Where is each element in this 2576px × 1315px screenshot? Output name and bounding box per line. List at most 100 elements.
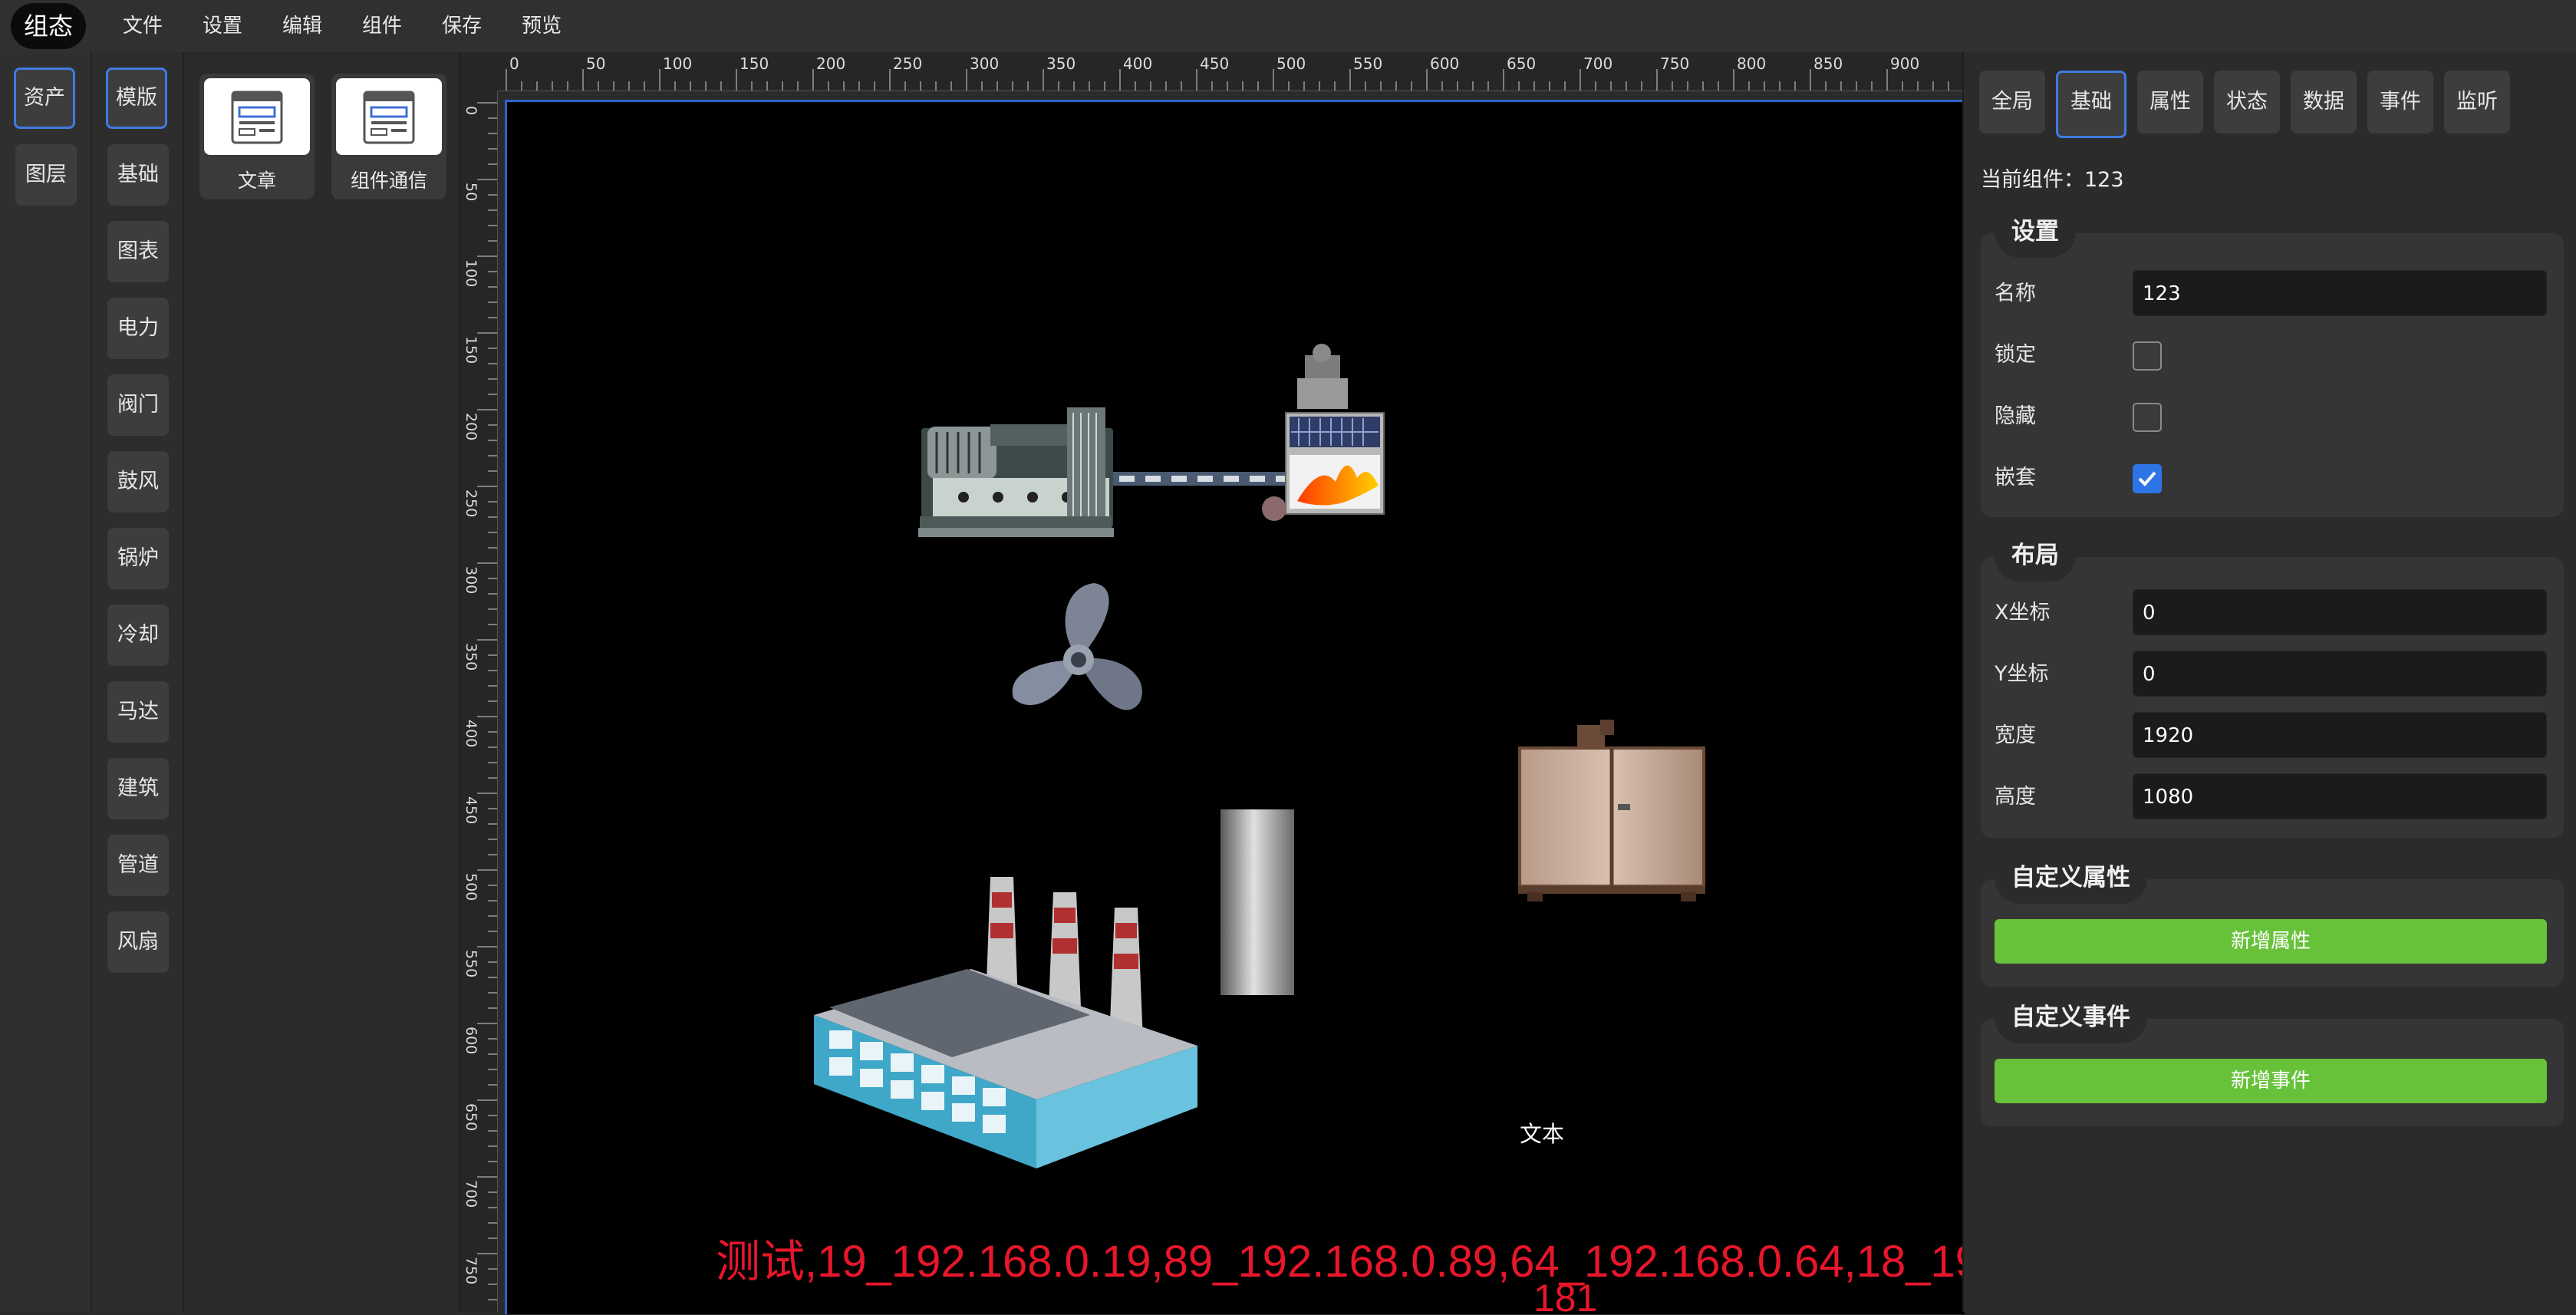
tab-global[interactable]: 全局: [1979, 71, 2045, 133]
tab-listen[interactable]: 监听: [2444, 71, 2510, 133]
category-building[interactable]: 建筑: [107, 758, 169, 819]
tab-state[interactable]: 状态: [2214, 71, 2280, 133]
menu-settings[interactable]: 设置: [183, 0, 262, 52]
ruler-label: 500: [1276, 54, 1306, 73]
ruler-label: 800: [1737, 54, 1766, 73]
ruler-label: 250: [893, 54, 922, 73]
category-power[interactable]: 电力: [107, 298, 169, 359]
settings-title: 设置: [1995, 206, 2076, 258]
factory-graphic[interactable]: [814, 877, 1197, 1168]
add-property-button[interactable]: 新增属性: [1995, 919, 2547, 964]
furnace-graphic[interactable]: [1262, 344, 1385, 521]
category-fan[interactable]: 风扇: [107, 911, 169, 973]
canvas-text-label[interactable]: 文本: [1520, 1116, 1564, 1149]
width-row: 宽度 1920: [1995, 712, 2547, 760]
ruler-label: 650: [1507, 54, 1536, 73]
ruler-label: 700: [463, 1180, 479, 1208]
hide-label: 隐藏: [1995, 404, 2036, 428]
ruler-label: 550: [463, 950, 479, 977]
check-icon: [2138, 471, 2156, 486]
ruler-label: 300: [970, 54, 999, 73]
shaft-dash: [1145, 476, 1161, 482]
menu-file[interactable]: 文件: [103, 0, 183, 52]
category-cooler[interactable]: 冷却器: [107, 605, 169, 708]
property-tabs: 全局 基础 属性 状态 数据 事件 监听: [1979, 71, 2510, 138]
asset-panel: 文章 组件通信: [184, 52, 460, 1312]
ruler-label: 250: [463, 489, 479, 517]
add-event-button[interactable]: 新增事件: [1995, 1059, 2547, 1103]
y-input[interactable]: 0: [2133, 651, 2547, 697]
category-blower[interactable]: 鼓风机: [107, 451, 169, 555]
document-icon: [363, 91, 415, 144]
category-chart[interactable]: 图表: [107, 221, 169, 282]
x-input[interactable]: 0: [2133, 589, 2547, 635]
canvas-marquee-text-line2[interactable]: 181: [1533, 1276, 1597, 1313]
ruler-label: 400: [463, 720, 479, 747]
ruler-label: 650: [463, 1103, 479, 1131]
nav-assets-button[interactable]: 资产: [14, 68, 75, 129]
tab-basic[interactable]: 基础: [2056, 71, 2126, 138]
ruler-label: 400: [1123, 54, 1152, 73]
ruler-label: 200: [816, 54, 845, 73]
y-row: Y坐标 0: [1995, 651, 2547, 698]
ruler-label: 0: [463, 106, 479, 115]
ruler-label: 50: [586, 54, 605, 73]
ruler-label: 50: [463, 183, 479, 201]
category-valve[interactable]: 阀门: [107, 374, 169, 436]
lock-checkbox[interactable]: [2133, 341, 2162, 371]
horizontal-ruler: 0 50 100 150 200 250 300 350 400 450 500 550 600 650 7…: [460, 52, 1980, 91]
motor-graphic[interactable]: [918, 407, 1114, 537]
menu-edit[interactable]: 编辑: [262, 0, 342, 52]
nest-row: 嵌套: [1995, 454, 2547, 502]
menu-preview[interactable]: 预览: [502, 0, 581, 52]
category-basic[interactable]: 基础: [107, 144, 169, 206]
menu-save[interactable]: 保存: [422, 0, 502, 52]
shaft-dash: [1250, 476, 1265, 482]
vertical-ruler: 0 50 100 150 200 250 300 350 400 450 500 550 600 650 7…: [460, 91, 498, 1315]
asset-card-article[interactable]: 文章: [199, 74, 315, 199]
nest-checkbox[interactable]: [2133, 464, 2162, 493]
category-template[interactable]: 模版: [106, 68, 167, 129]
height-input[interactable]: 1080: [2133, 773, 2547, 819]
x-label: X坐标: [1995, 601, 2051, 625]
tab-data[interactable]: 数据: [2291, 71, 2357, 133]
design-canvas[interactable]: 文本 测试,19_192.168.0.19,89_192.168.0.89,64…: [505, 100, 1965, 1314]
fan-graphic[interactable]: [1012, 583, 1142, 710]
hide-checkbox[interactable]: [2133, 403, 2162, 432]
nav-layers-button[interactable]: 图层: [15, 144, 77, 206]
ruler-label: 100: [463, 259, 479, 287]
cabinet-graphic[interactable]: [1518, 720, 1705, 901]
menu-component[interactable]: 组件: [342, 0, 422, 52]
name-input[interactable]: 123: [2133, 270, 2547, 316]
asset-card-component-comm[interactable]: 组件通信: [331, 74, 446, 199]
tab-events[interactable]: 事件: [2367, 71, 2433, 133]
height-row: 高度 1080: [1995, 773, 2547, 821]
vertical-ruler-ticks: 0 50 100 150 200 250 300 350 400 450 500 550 600 650 7…: [463, 102, 497, 1315]
asset-label: 文章: [237, 170, 276, 192]
ruler-label: 100: [663, 54, 692, 73]
ruler-label: 500: [463, 873, 479, 901]
shaft-dash: [1119, 476, 1135, 482]
ruler-label: 700: [1583, 54, 1612, 73]
canvas-marquee-text[interactable]: 测试,19_192.168.0.19,89_192.168.0.89,64_19…: [716, 1225, 1965, 1290]
shaft-dash: [1224, 476, 1239, 482]
category-motor[interactable]: 马达: [107, 681, 169, 743]
ruler-label: 600: [1430, 54, 1459, 73]
ruler-label: 750: [463, 1257, 479, 1284]
top-bar: 组态 文件 设置 编辑 组件 保存 预览: [0, 0, 2576, 54]
tab-properties[interactable]: 属性: [2137, 71, 2203, 133]
shaft-dash: [1171, 476, 1187, 482]
category-pipe[interactable]: 管道: [107, 835, 169, 896]
width-input[interactable]: 1920: [2133, 712, 2547, 758]
ruler-label: 150: [463, 336, 479, 364]
cylinder-graphic[interactable]: [1220, 809, 1294, 995]
main-menu: 文件 设置 编辑 组件 保存 预览: [103, 0, 581, 52]
ruler-label: 150: [740, 54, 769, 73]
ruler-label: 900: [1890, 54, 1919, 73]
name-label: 名称: [1995, 282, 2036, 305]
app-logo: 组态: [11, 3, 86, 49]
layout-section: 布局 X坐标 0 Y坐标 0 宽度 1920 高度 1080: [1981, 529, 2564, 838]
category-boiler[interactable]: 锅炉: [107, 528, 169, 589]
article-thumbnail: [204, 78, 310, 155]
component-comm-thumbnail: [336, 78, 442, 155]
